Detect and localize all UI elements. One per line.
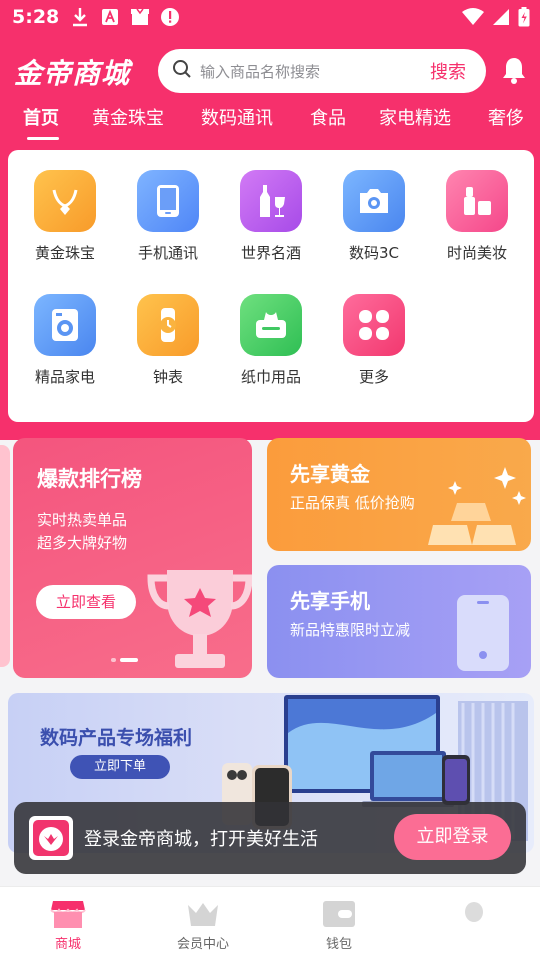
ranking-title: 爆款排行榜 (37, 467, 142, 491)
search-button[interactable]: 搜索 (430, 58, 466, 84)
ranking-subtitle-1: 实时热卖单品 (37, 511, 128, 529)
bottom-navigation: 商城 会员中心 钱包 (0, 886, 540, 960)
category-grid: 黄金珠宝 手机通讯 世界名酒 数码3C 时尚美妆 精品家电 钟表 纸巾用品 更多 (8, 150, 534, 422)
carousel-dots (111, 658, 138, 662)
tab-digital[interactable]: 数码通讯 (201, 104, 273, 130)
category-label: 更多 (358, 368, 389, 386)
gold-promo-subtitle: 正品保真 低价抢购 (290, 494, 415, 512)
tab-active-indicator (27, 137, 59, 140)
nav-shop[interactable]: 商城 (18, 899, 118, 952)
banner-title: 数码产品专场福利 (40, 727, 193, 749)
category-digital[interactable]: 数码3C (322, 170, 426, 263)
shop-icon (18, 899, 118, 929)
nav-label: 钱包 (325, 937, 352, 952)
profile-icon (424, 899, 524, 929)
tab-luxury[interactable]: 奢侈 (488, 104, 524, 130)
watch-icon (137, 294, 199, 356)
category-label: 黄金珠宝 (34, 244, 95, 262)
phone-promo-subtitle: 新品特惠限时立减 (290, 621, 411, 639)
category-phones[interactable]: 手机通讯 (116, 170, 220, 263)
search-input[interactable]: 输入商品名称搜索 (200, 61, 430, 82)
gold-promo-title: 先享黄金 (290, 462, 370, 486)
login-button[interactable]: 立即登录 (394, 814, 511, 860)
status-bar: 5:28 (0, 0, 540, 36)
text-icon (100, 7, 120, 27)
category-wine[interactable]: 世界名酒 (219, 170, 323, 263)
app-logo-icon (29, 816, 73, 860)
washer-icon (34, 294, 96, 356)
category-label: 手机通讯 (137, 244, 198, 262)
category-watches[interactable]: 钟表 (116, 294, 220, 387)
hot-ranking-card[interactable]: 爆款排行榜 实时热卖单品 超多大牌好物 立即查看 (13, 438, 252, 678)
nav-label: 会员中心 (176, 937, 229, 952)
alert-icon (160, 7, 180, 27)
cosmetics-icon (446, 170, 508, 232)
category-label: 钟表 (152, 368, 183, 386)
wine-icon (240, 170, 302, 232)
phone-promo-card[interactable]: 先享手机 新品特惠限时立减 (267, 565, 531, 678)
gold-promo-card[interactable]: 先享黄金 正品保真 低价抢购 (267, 438, 531, 551)
download-icon (70, 7, 90, 27)
category-appliances[interactable]: 精品家电 (13, 294, 117, 387)
smartphone-icon (457, 595, 509, 671)
category-label: 世界名酒 (240, 244, 301, 262)
battery-icon (518, 7, 530, 31)
search-bar[interactable]: 输入商品名称搜索 搜索 (158, 49, 486, 93)
category-gold-jewelry[interactable]: 黄金珠宝 (13, 170, 117, 263)
carousel-dot-active (120, 658, 138, 662)
tab-gold-jewelry[interactable]: 黄金珠宝 (92, 104, 164, 130)
app-logo: 金帝商城 (14, 57, 131, 90)
camera-icon (343, 170, 405, 232)
nav-wallet[interactable]: 钱包 (289, 899, 389, 952)
category-label: 纸巾用品 (240, 368, 301, 386)
nav-label: 商城 (54, 937, 81, 952)
bell-icon[interactable] (500, 55, 528, 89)
trophy-icon (147, 570, 252, 668)
tab-food[interactable]: 食品 (310, 104, 346, 130)
tissue-icon (240, 294, 302, 356)
nav-profile[interactable] (424, 899, 524, 933)
ranking-subtitle-2: 超多大牌好物 (37, 534, 128, 552)
more-icon (343, 294, 405, 356)
wallet-icon (289, 899, 389, 929)
signal-icon (492, 8, 510, 30)
box-icon (130, 7, 150, 27)
gold-bars-icon (428, 467, 526, 545)
category-tissue[interactable]: 纸巾用品 (219, 294, 323, 387)
view-now-button[interactable]: 立即查看 (36, 585, 136, 619)
category-label: 精品家电 (34, 368, 95, 386)
necklace-icon (34, 170, 96, 232)
tab-home[interactable]: 首页 (23, 104, 59, 130)
order-now-button[interactable]: 立即下单 (70, 755, 170, 779)
login-prompt-toast: 登录金帝商城，打开美好生活 立即登录 (14, 802, 526, 874)
wifi-icon (462, 8, 484, 30)
phone-icon (137, 170, 199, 232)
search-icon (172, 59, 192, 83)
category-tabs: 首页 黄金珠宝 数码通讯 食品 家电精选 奢侈 (0, 100, 540, 140)
nav-member-center[interactable]: 会员中心 (153, 899, 253, 952)
phone-promo-title: 先享手机 (290, 589, 370, 613)
crown-icon (153, 899, 253, 929)
carousel-dot (111, 658, 116, 662)
category-cosmetics[interactable]: 时尚美妆 (425, 170, 529, 263)
category-label: 时尚美妆 (446, 244, 507, 262)
carousel-peek (0, 445, 10, 667)
category-more[interactable]: 更多 (322, 294, 426, 387)
login-prompt-text: 登录金帝商城，打开美好生活 (84, 829, 318, 850)
category-label: 数码3C (348, 244, 400, 262)
status-time: 5:28 (12, 6, 60, 28)
tab-appliances[interactable]: 家电精选 (379, 104, 451, 130)
